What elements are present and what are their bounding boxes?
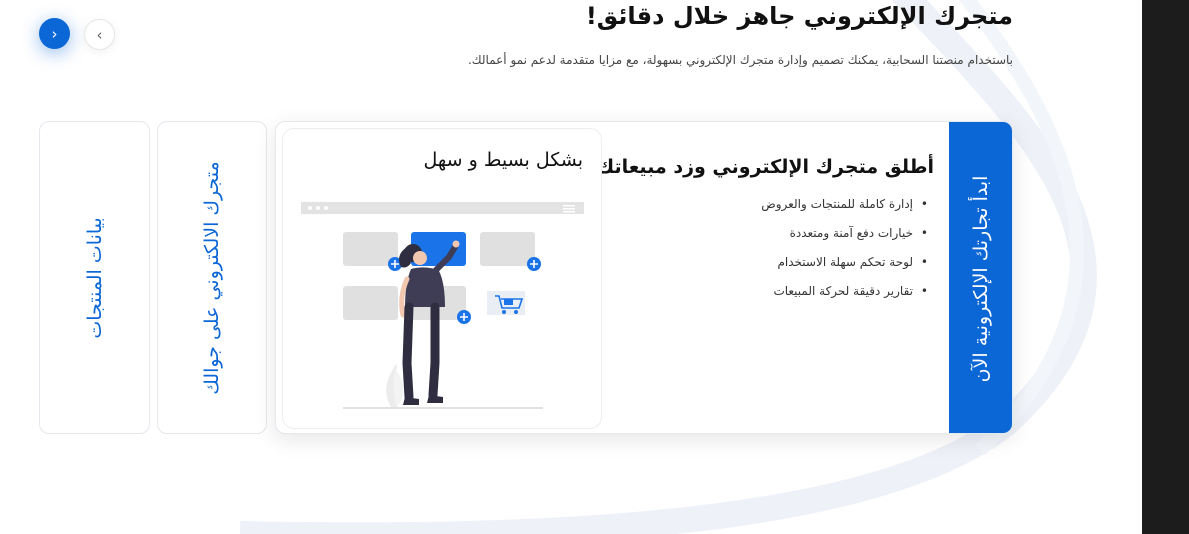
feature-item: لوحة تحكم سهلة الاستخدام — [624, 248, 934, 277]
carousel-prev-button[interactable]: ‹ — [84, 19, 115, 50]
card-mobile-store[interactable]: متجرك الالكتروني على جوالك — [157, 121, 267, 434]
chevron-right-icon: › — [51, 24, 58, 43]
page-subtitle: باستخدام منصتنا السحابية، يمكنك تصميم وإ… — [467, 53, 1013, 67]
feature-item: إدارة كاملة للمنتجات والعروض — [624, 190, 934, 219]
features-block: أطلق متجرك الإلكتروني وزد مبيعاتك ! إدار… — [581, 156, 934, 306]
feature-item: تقارير دقيقة لحركة المبيعات — [624, 277, 934, 306]
card-start-ecommerce[interactable]: ابدأ تجارتك الإلكترونية الآن أطلق متجرك … — [275, 121, 1013, 434]
card-product-data-label: بيانات المنتجات — [83, 216, 106, 339]
carousel-next-button[interactable]: › — [39, 18, 70, 49]
woman-building-store-illustration — [301, 202, 584, 409]
features-title: أطلق متجرك الإلكتروني وزد مبيعاتك ! — [581, 156, 934, 178]
card-mobile-store-label: متجرك الالكتروني على جوالك — [201, 160, 223, 395]
right-edge-panel — [1142, 0, 1189, 534]
card-start-ecommerce-tab[interactable]: ابدأ تجارتك الإلكترونية الآن — [949, 122, 1012, 433]
chevron-left-icon: ‹ — [96, 25, 103, 44]
card-product-data[interactable]: بيانات المنتجات — [39, 121, 150, 434]
card-start-ecommerce-tab-label: ابدأ تجارتك الإلكترونية الآن — [969, 175, 992, 382]
feature-item: خيارات دفع آمنة ومتعددة — [624, 219, 934, 248]
features-list: إدارة كاملة للمنتجات والعروض خيارات دفع … — [624, 190, 934, 306]
page-title: متجرك الإلكتروني جاهز خلال دقائق! — [585, 2, 1013, 30]
illustration-panel: بشكل بسيط و سهل — [282, 128, 602, 429]
